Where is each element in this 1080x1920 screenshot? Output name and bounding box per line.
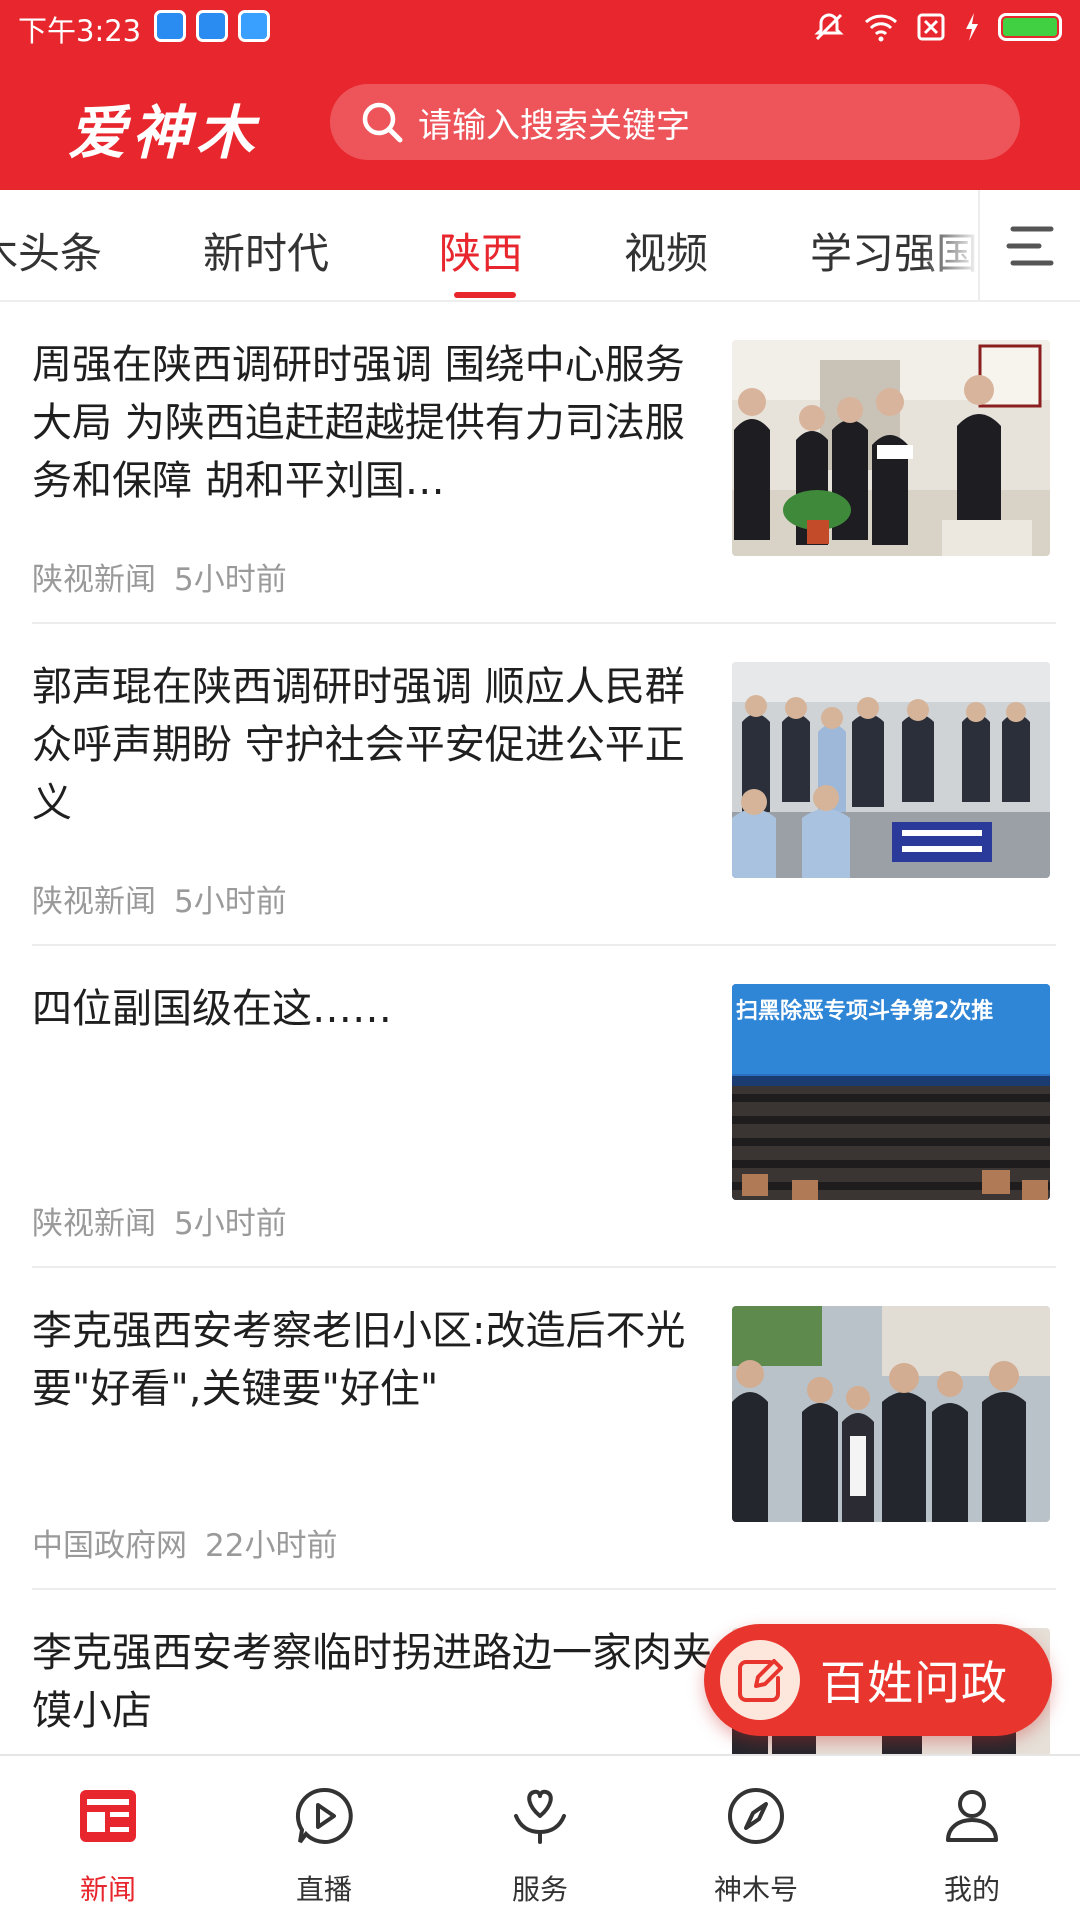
tab-shaanxi[interactable]: 陕西 — [439, 220, 523, 281]
nav-item-news[interactable]: 新闻 — [0, 1756, 216, 1920]
app-logo: 爱神木 — [68, 99, 261, 167]
no-sim-icon — [917, 13, 945, 41]
article-title: 四位副国级在这…… — [32, 986, 392, 1032]
article-title: 周强在陕西调研时强调 围绕中心服务大局 为陕西追赶超越提供有力司法服务和保障 胡… — [32, 342, 685, 504]
nav-item-live[interactable]: 直播 — [216, 1756, 432, 1920]
nav-label: 直播 — [295, 1873, 352, 1906]
notification-browser-icon — [238, 10, 270, 42]
search-placeholder: 请输入搜索关键字 — [418, 105, 690, 146]
compass-icon — [728, 1788, 784, 1844]
status-bar: 下午3:23 — [0, 0, 1080, 52]
menu-icon — [1006, 226, 1054, 266]
article-meta: 陕视新闻 5小时前 — [32, 876, 287, 921]
news-article[interactable]: 李克强西安考察老旧小区:改造后不光要"好看",关键要"好住" 中国政府网 22小时… — [32, 1270, 1056, 1590]
notification-app-icon — [196, 10, 228, 42]
article-thumbnail: 扫黑除恶专项斗争第2次推 — [732, 984, 1050, 1200]
app-header: 下午3:23 爱神木 请输入搜索关键字 — [0, 0, 1080, 190]
service-heart-icon — [514, 1789, 566, 1844]
notification-app-icon — [154, 10, 186, 42]
status-time: 下午3:23 — [18, 14, 142, 48]
fab-label: 百姓问政 — [820, 1656, 1008, 1710]
article-thumbnail — [732, 662, 1050, 878]
article-thumbnail — [732, 340, 1050, 556]
nav-item-shenmu[interactable]: 神木号 — [648, 1756, 864, 1920]
article-time: 22小时前 — [205, 1528, 338, 1564]
article-time: 5小时前 — [174, 562, 287, 598]
search-icon — [362, 102, 403, 143]
article-meta: 陕视新闻 5小时前 — [32, 1198, 287, 1243]
category-tabs: 木头条 新时代 陕西 视频 学习强国 — [0, 190, 1080, 302]
article-title: 郭声琨在陕西调研时强调 顺应人民群众呼声期盼 守护社会平安促进公平正义 — [32, 664, 685, 826]
nav-label: 神木号 — [713, 1873, 798, 1906]
banner-text: 扫黑除恶专项斗争第2次推 — [736, 998, 993, 1024]
status-indicators — [812, 10, 1062, 44]
article-title: 李克强西安考察临时拐进路边一家肉夹馍小店 — [32, 1630, 712, 1734]
tab-video[interactable]: 视频 — [624, 220, 708, 281]
news-feed: 周强在陕西调研时强调 围绕中心服务大局 为陕西追赶超越提供有力司法服务和保障 胡… — [0, 304, 1080, 1754]
news-article[interactable]: 周强在陕西调研时强调 围绕中心服务大局 为陕西追赶超越提供有力司法服务和保障 胡… — [32, 304, 1056, 624]
user-icon — [946, 1790, 998, 1842]
article-title: 李克强西安考察老旧小区:改造后不光要"好看",关键要"好住" — [32, 1308, 686, 1412]
active-tab-indicator — [454, 292, 516, 298]
tab-menu-button[interactable] — [978, 190, 1080, 300]
public-inquiry-button[interactable]: 百姓问政 — [704, 1624, 1052, 1736]
article-source: 陕视新闻 — [32, 562, 156, 598]
bottom-navigation: 新闻 直播 服务 神木号 我的 — [0, 1754, 1080, 1920]
tab-headlines[interactable]: 木头条 — [0, 220, 102, 281]
news-article[interactable]: 郭声琨在陕西调研时强调 顺应人民群众呼声期盼 守护社会平安促进公平正义 陕视新闻… — [32, 626, 1056, 946]
battery-icon — [998, 13, 1062, 41]
nav-label: 服务 — [511, 1873, 568, 1906]
mute-vibrate-icon — [814, 13, 844, 41]
wifi-icon — [864, 14, 898, 42]
news-article[interactable]: 四位副国级在这…… 陕视新闻 5小时前 扫黑除恶专项斗争第2次推 — [32, 948, 1056, 1268]
charging-icon — [966, 13, 978, 41]
live-play-icon — [295, 1787, 353, 1844]
article-source: 陕视新闻 — [32, 884, 156, 920]
nav-item-profile[interactable]: 我的 — [864, 1756, 1080, 1920]
tab-new-era[interactable]: 新时代 — [203, 220, 329, 281]
article-thumbnail — [732, 1306, 1050, 1522]
nav-label: 新闻 — [79, 1873, 136, 1906]
article-time: 5小时前 — [174, 1206, 287, 1242]
edit-icon — [720, 1640, 800, 1720]
nav-item-service[interactable]: 服务 — [432, 1756, 648, 1920]
search-input[interactable]: 请输入搜索关键字 — [330, 84, 1020, 160]
article-source: 陕视新闻 — [32, 1206, 156, 1242]
news-icon — [80, 1790, 136, 1842]
article-meta: 陕视新闻 5小时前 — [32, 554, 287, 599]
article-source: 中国政府网 — [32, 1528, 187, 1564]
article-meta: 中国政府网 22小时前 — [32, 1520, 337, 1565]
nav-label: 我的 — [943, 1873, 1000, 1906]
article-time: 5小时前 — [174, 884, 287, 920]
